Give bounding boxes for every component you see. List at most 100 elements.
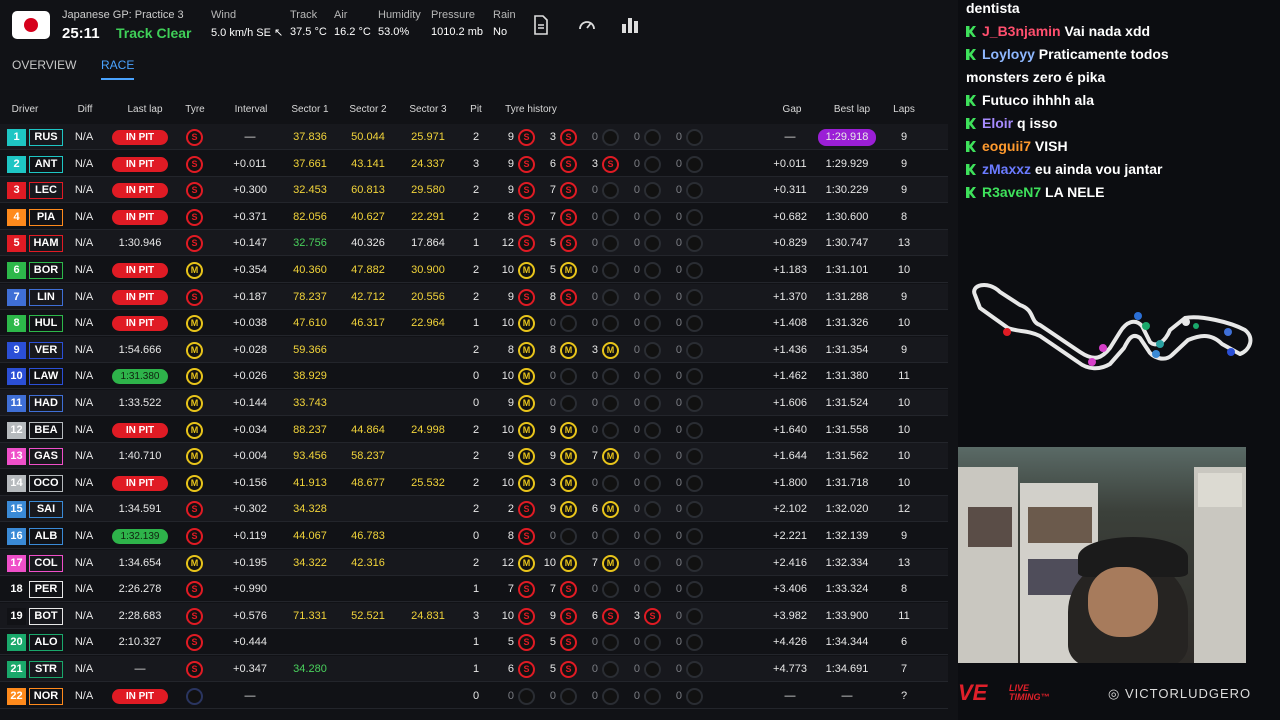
gap: +0.311 (773, 184, 807, 197)
column-header[interactable]: Last lap (127, 104, 162, 115)
table-row[interactable]: 8 HUL N/A IN PIT M +0.038 47.610 46.317 22.964 1 1… (0, 310, 948, 337)
stint-tyre-icon: S (518, 182, 535, 200)
table-row[interactable]: 15 SAI N/A 1:34.591 S +0.302 34.328 2 2 S 9 M 6 M 0 0 +2… (0, 496, 948, 523)
pit-count: 2 (472, 184, 480, 197)
document-icon[interactable] (533, 15, 551, 35)
stint-laps: 6 (591, 503, 598, 516)
stint-tyre-icon: S (560, 182, 577, 200)
driver-code[interactable]: ANT (29, 155, 63, 173)
tab-overview[interactable]: OVERVIEW (12, 58, 76, 78)
stint-tyre-icon (686, 634, 703, 652)
interval: +0.354 (233, 264, 267, 276)
stint-tyre-icon: M (560, 474, 577, 492)
column-header[interactable]: Sector 2 (349, 104, 386, 115)
driver-code[interactable]: BEA (29, 421, 63, 439)
stint-laps: 9 (507, 450, 514, 463)
chat-username[interactable]: eoguii7 (982, 138, 1035, 154)
column-header[interactable]: Interval (235, 104, 268, 115)
table-row[interactable]: 11 HAD N/A 1:33.522 M +0.144 33.743 0 9 M 0 0 0 0 +1.6… (0, 390, 948, 416)
column-header[interactable]: Gap (783, 104, 802, 115)
table-row[interactable]: 9 VER N/A 1:54.666 M +0.028 59.366 2 8 M 8 M 3 M 0 0 +1.… (0, 336, 948, 363)
driver-code[interactable]: HUL (29, 315, 63, 333)
driver-code[interactable]: OCO (29, 474, 63, 492)
table-row[interactable]: 2 ANT N/A IN PIT S +0.011 37.661 43.141 24.337 3 9… (0, 150, 948, 177)
stint-laps: 0 (675, 503, 682, 516)
chat-username[interactable]: J_B3njamin (982, 23, 1064, 39)
column-header[interactable]: Laps (893, 104, 915, 115)
sector-2: 42.712 (351, 290, 385, 303)
bar-chart-icon[interactable] (620, 15, 640, 35)
driver-code[interactable]: RUS (29, 129, 63, 146)
chat-username[interactable]: R3aveN7 (982, 184, 1045, 200)
stint-laps: 0 (591, 583, 598, 596)
driver-code[interactable]: STR (29, 661, 63, 678)
driver-code[interactable]: PIA (29, 208, 63, 226)
table-row[interactable]: 21 STR N/A — S +0.347 34.280 1 6 S 5 S 0 0 0 +4.773 1:34… (0, 656, 948, 682)
driver-code[interactable]: ALO (29, 634, 63, 652)
table-row[interactable]: 19 BOT N/A 2:28.683 S +0.576 71.331 52.521 24.83… (0, 602, 948, 629)
table-row[interactable]: 5 HAM N/A 1:30.946 S +0.147 32.756 40.326 17.864… (0, 230, 948, 257)
column-header[interactable]: Tyre history (505, 104, 557, 115)
table-row[interactable]: 7 LIN N/A IN PIT S +0.187 78.237 42.712 20.556 2 9… (0, 283, 948, 310)
speedometer-icon[interactable] (577, 15, 597, 35)
last-lap: 1:32.139 (112, 529, 168, 544)
column-header[interactable]: Best lap (834, 104, 870, 115)
table-row[interactable]: 13 GAS N/A 1:40.710 M +0.004 93.456 58.237 2 9 M 9 M… (0, 443, 948, 470)
pit-count: 2 (472, 423, 480, 436)
chat-username[interactable]: zMaxxz (982, 161, 1035, 177)
stint-laps: 8 (507, 210, 514, 223)
table-row[interactable]: 4 PIA N/A IN PIT S +0.371 82.056 40.627 22.291 2 8… (0, 203, 948, 230)
driver-code[interactable]: HAD (29, 395, 63, 412)
chat-username[interactable]: Futuco (982, 92, 1033, 108)
driver-code[interactable]: VER (29, 341, 63, 359)
driver-code[interactable]: BOT (29, 607, 63, 625)
column-header[interactable]: Driver (12, 104, 39, 115)
column-header[interactable]: Pit (470, 104, 482, 115)
driver-code[interactable]: COL (29, 554, 63, 572)
stint-laps: 0 (675, 343, 682, 356)
sector-1: 78.237 (293, 290, 327, 303)
stint-tyre-icon (560, 315, 577, 333)
table-row[interactable]: 20 ALO N/A 2:10.327 S +0.444 1 5 S 5 S 0 0 0 +4.426 1:3… (0, 629, 948, 656)
column-header[interactable]: Sector 1 (291, 104, 328, 115)
table-row[interactable]: 18 PER N/A 2:26.278 S +0.990 1 7 S 7 S 0 0 0 +3.406 1:3… (0, 576, 948, 603)
last-lap: IN PIT (112, 316, 168, 332)
table-row[interactable]: 14 OCO N/A IN PIT M +0.156 41.913 48.677 25.532 2… (0, 469, 948, 496)
stint-laps: 0 (633, 556, 640, 569)
table-row[interactable]: 1 RUS N/A IN PIT S —37.836 50.044 25.971 2 9 S 3 S 0 0… (0, 124, 948, 150)
table-row[interactable]: 3 LEC N/A IN PIT S +0.300 32.453 60.813 29.580 2 9… (0, 177, 948, 204)
stint-tyre-icon: S (560, 288, 577, 306)
table-row[interactable]: 22 NOR N/A IN PIT — 0 0 0 0 0 0 — —? (0, 682, 948, 709)
stint-laps: 0 (633, 476, 640, 489)
driver-code[interactable]: HAM (29, 235, 63, 253)
table-row[interactable]: 17 COL N/A 1:34.654 M +0.195 34.322 42.316 2 12 M 1… (0, 549, 948, 576)
driver-code[interactable]: LAW (29, 368, 63, 386)
table-row[interactable]: 12 BEA N/A IN PIT M +0.034 88.237 44.864 24.998 2… (0, 416, 948, 443)
laps: 11 (898, 609, 910, 622)
driver-code[interactable]: ALB (29, 528, 63, 545)
driver-code[interactable]: PER (29, 581, 63, 599)
column-header[interactable]: Tyre (185, 104, 204, 115)
stint-laps: 0 (633, 423, 640, 436)
column-header[interactable]: Diff (78, 104, 93, 115)
table-row[interactable]: 16 ALB N/A 1:32.139 S +0.119 44.067 46.783 0 8 S 0 0… (0, 523, 948, 549)
stint-tyre-icon: S (560, 155, 577, 173)
table-row[interactable]: 6 BOR N/A IN PIT M +0.354 40.360 47.882 30.900 2 1… (0, 257, 948, 283)
tab-race[interactable]: RACE (101, 58, 135, 80)
table-row[interactable]: 10 LAW N/A 1:31.380 M +0.026 38.929 0 10 M 0 0 0 0 +1.… (0, 363, 948, 390)
column-header[interactable]: Sector 3 (409, 104, 446, 115)
driver-code[interactable]: GAS (29, 448, 63, 466)
stint-tyre-icon: M (560, 554, 577, 572)
stint-tyre-icon: S (602, 155, 619, 173)
position: 20 (7, 634, 26, 652)
driver-code[interactable]: BOR (29, 262, 63, 279)
driver-code[interactable]: NOR (29, 687, 63, 705)
driver-code[interactable]: LEC (29, 182, 63, 200)
chat-username[interactable]: Loyloyy (982, 46, 1039, 62)
stint-tyre-icon (686, 129, 703, 146)
chat-username[interactable]: Eloir (982, 115, 1017, 131)
driver-code[interactable]: LIN (29, 288, 63, 306)
stint-laps: 0 (591, 423, 598, 436)
last-lap: 1:30.946 (118, 237, 162, 250)
driver-code[interactable]: SAI (29, 501, 63, 519)
